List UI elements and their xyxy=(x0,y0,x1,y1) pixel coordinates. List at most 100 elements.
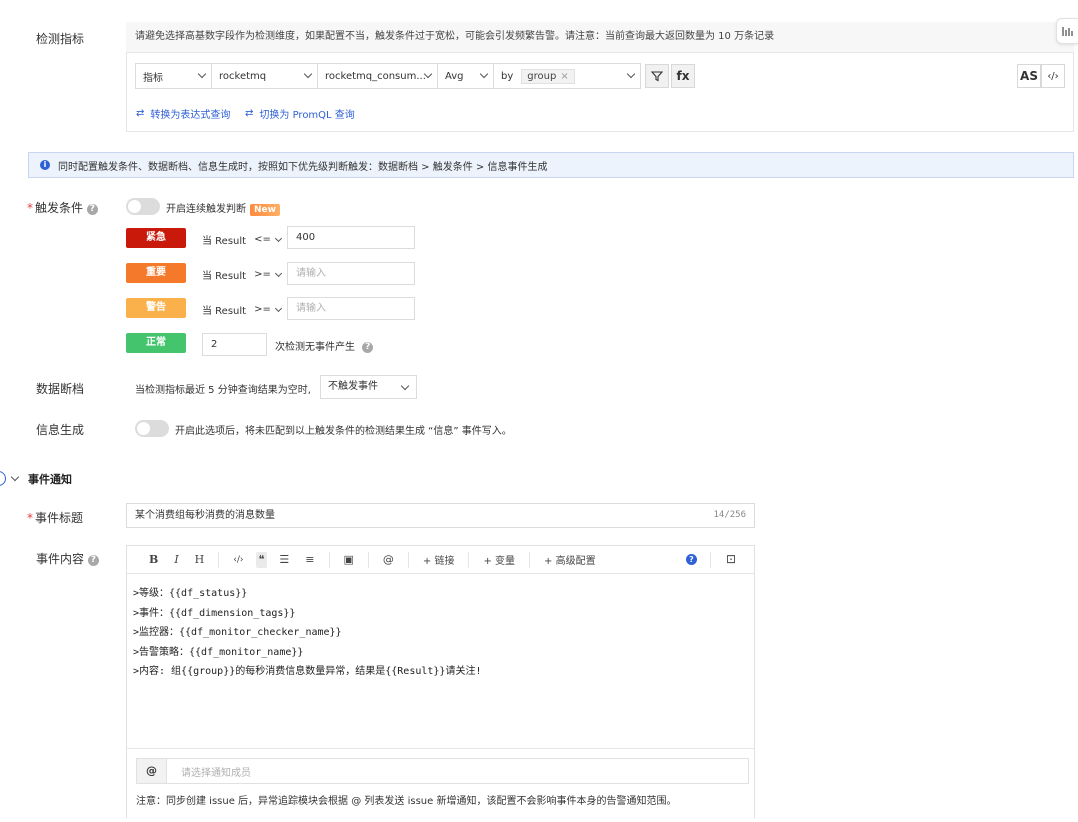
advanced-config-button[interactable]: + 高级配置 xyxy=(536,546,604,574)
priority-info-bar: i 同时配置触发条件、数据断档、信息生成时，按照如下优先级判断触发：数据断档 >… xyxy=(28,152,1074,178)
info-icon: i xyxy=(40,160,50,170)
content-line: >事件：{{df_dimension_tags}} xyxy=(133,607,296,619)
condition-prefix: 当 Result xyxy=(202,306,247,317)
operator-value: >= xyxy=(254,269,271,280)
condition-prefix: 当 Result xyxy=(202,271,247,282)
nodata-select-value: 不触发事件 xyxy=(328,381,378,392)
group-tag: group × xyxy=(521,68,575,84)
group-by-select[interactable]: by group × xyxy=(494,64,640,88)
fx-button[interactable]: fx xyxy=(671,64,695,88)
bold-button[interactable]: B xyxy=(141,546,166,574)
toolbar-divider xyxy=(218,551,220,568)
section-title: 事件通知 xyxy=(28,473,72,486)
editor-content[interactable]: >等级：{{df_status}} >事件：{{df_dimension_tag… xyxy=(127,574,754,749)
event-title-value: 某个消费组每秒消费的消息数量 xyxy=(135,510,275,521)
continuous-trigger-toggle[interactable] xyxy=(126,198,160,215)
as-button[interactable]: AS xyxy=(1017,64,1041,88)
quote-button[interactable]: ❝ xyxy=(255,551,268,568)
event-title-label-wrap: * 事件标题 xyxy=(27,509,83,526)
close-icon[interactable]: × xyxy=(560,71,568,82)
event-title-input[interactable]: 某个消费组每秒消费的消息数量 14/256 xyxy=(126,503,755,528)
trigger-label: 触发条件 xyxy=(35,201,84,215)
metric-value: rocketmq_consum... xyxy=(325,70,426,82)
content-line: >监控器：{{df_monitor_checker_name}} xyxy=(133,627,342,638)
italic-button[interactable]: I xyxy=(166,546,186,574)
swap-icon: ⇄ xyxy=(245,108,254,119)
by-label: by xyxy=(501,70,514,82)
event-title-label: 事件标题 xyxy=(35,511,84,525)
heading-button[interactable]: H xyxy=(187,546,213,574)
chevron-down-icon xyxy=(303,69,313,79)
side-panel-toggle-icon[interactable] xyxy=(1056,18,1078,44)
important-threshold-input[interactable]: 请输入 xyxy=(287,262,415,285)
insert-variable-button[interactable]: + 变量 xyxy=(475,546,523,574)
source-select[interactable]: rocketmq xyxy=(212,64,318,88)
image-button[interactable]: ▣ xyxy=(336,546,362,574)
chevron-down-icon xyxy=(400,381,410,391)
operator-value: >= xyxy=(254,304,271,315)
help-icon[interactable]: ? xyxy=(87,555,99,566)
infogen-toggle[interactable] xyxy=(135,420,169,437)
switch-promql-link[interactable]: ⇄ 切换为 PromQL 查询 xyxy=(245,106,355,121)
important-operator-select[interactable]: >= xyxy=(254,269,282,280)
help-icon[interactable]: ? xyxy=(362,342,374,353)
chevron-down-icon xyxy=(626,69,636,79)
content-line: >告警策略：{{df_monitor_name}} xyxy=(133,646,304,658)
toolbar-divider xyxy=(328,551,330,568)
query-row: 指标 rocketmq rocketmq_consum... Avg by gr… xyxy=(135,63,641,89)
infogen-label: 信息生成 xyxy=(36,423,85,437)
warning-condition: 当 Result >= xyxy=(202,302,282,317)
new-badge: New xyxy=(250,204,280,216)
priority-info-text: 同时配置触发条件、数据断档、信息生成时，按照如下优先级判断触发：数据断档 > 触… xyxy=(58,161,548,173)
insert-link-button[interactable]: + 链接 xyxy=(415,546,463,574)
warning-operator-select[interactable]: >= xyxy=(254,304,282,315)
switch-expr-link[interactable]: ⇄ 转换为表达式查询 xyxy=(136,106,230,121)
chevron-down-icon xyxy=(274,269,282,277)
critical-threshold-input[interactable]: 400 xyxy=(287,226,415,249)
member-placeholder: 请选择通知成员 xyxy=(181,767,251,779)
mention-button[interactable]: @ xyxy=(375,546,402,574)
normal-count-input[interactable]: 2 xyxy=(202,333,267,356)
preview-icon[interactable]: ⊡ xyxy=(726,552,736,566)
detect-label: 检测指标 xyxy=(36,32,85,46)
critical-condition: 当 Result <= xyxy=(202,232,282,247)
at-icon: @ xyxy=(137,759,167,783)
agg-select[interactable]: Avg xyxy=(438,64,494,88)
switch-expr-label: 转换为表达式查询 xyxy=(150,110,231,121)
important-condition: 当 Result >= xyxy=(202,267,282,282)
normal-suffix: 次检测无事件产生 xyxy=(275,342,355,353)
level-important-badge: 重要 xyxy=(126,263,186,283)
trigger-label-wrap: * 触发条件 ? xyxy=(27,199,98,216)
nodata-text: 当检测指标最近 5 分钟查询结果为空时, xyxy=(135,385,311,396)
source-value: rocketmq xyxy=(219,70,267,82)
warning-threshold-input[interactable]: 请输入 xyxy=(287,297,415,320)
chevron-down-icon xyxy=(274,304,282,312)
collapse-chevron-icon[interactable] xyxy=(10,472,20,482)
code-button[interactable]: ‹/› xyxy=(1041,64,1065,88)
toolbar-divider xyxy=(367,551,369,568)
metric-select[interactable]: rocketmq_consum... xyxy=(318,64,438,88)
filter-button[interactable] xyxy=(645,64,669,88)
level-critical-badge: 紧急 xyxy=(126,228,186,248)
toolbar-divider xyxy=(529,551,531,568)
event-content-label: 事件内容 xyxy=(36,552,85,566)
ordered-list-button[interactable]: ≡ xyxy=(297,546,322,574)
notify-members-area: @ 请选择通知成员 注意：同步创建 issue 后，异常追踪模块会根据 @ 列表… xyxy=(127,748,754,818)
normal-suffix-wrap: 次检测无事件产生 ? xyxy=(275,338,374,353)
detect-hint: 请避免选择高基数字段作为检测维度，如果配置不当，触发条件过于宽松，可能会引发频繁… xyxy=(126,22,1074,52)
chart-icon xyxy=(1062,27,1073,36)
help-icon[interactable]: ? xyxy=(86,204,98,215)
critical-operator-select[interactable]: <= xyxy=(254,234,282,245)
member-select[interactable]: @ 请选择通知成员 xyxy=(136,758,749,784)
query-type-select[interactable]: 指标 xyxy=(136,64,212,88)
content-line: >等级：{{df_status}} xyxy=(133,588,248,599)
nodata-select[interactable]: 不触发事件 xyxy=(320,375,417,399)
level-warning-badge: 警告 xyxy=(126,298,186,318)
filter-icon xyxy=(651,71,663,82)
help-icon[interactable]: ? xyxy=(686,554,697,565)
level-normal-badge: 正常 xyxy=(126,333,186,353)
code-button[interactable]: ‹/› xyxy=(225,546,251,574)
chevron-down-icon xyxy=(274,234,282,242)
bullet-list-button[interactable]: ☰ xyxy=(271,546,297,574)
toolbar-divider xyxy=(468,551,470,568)
